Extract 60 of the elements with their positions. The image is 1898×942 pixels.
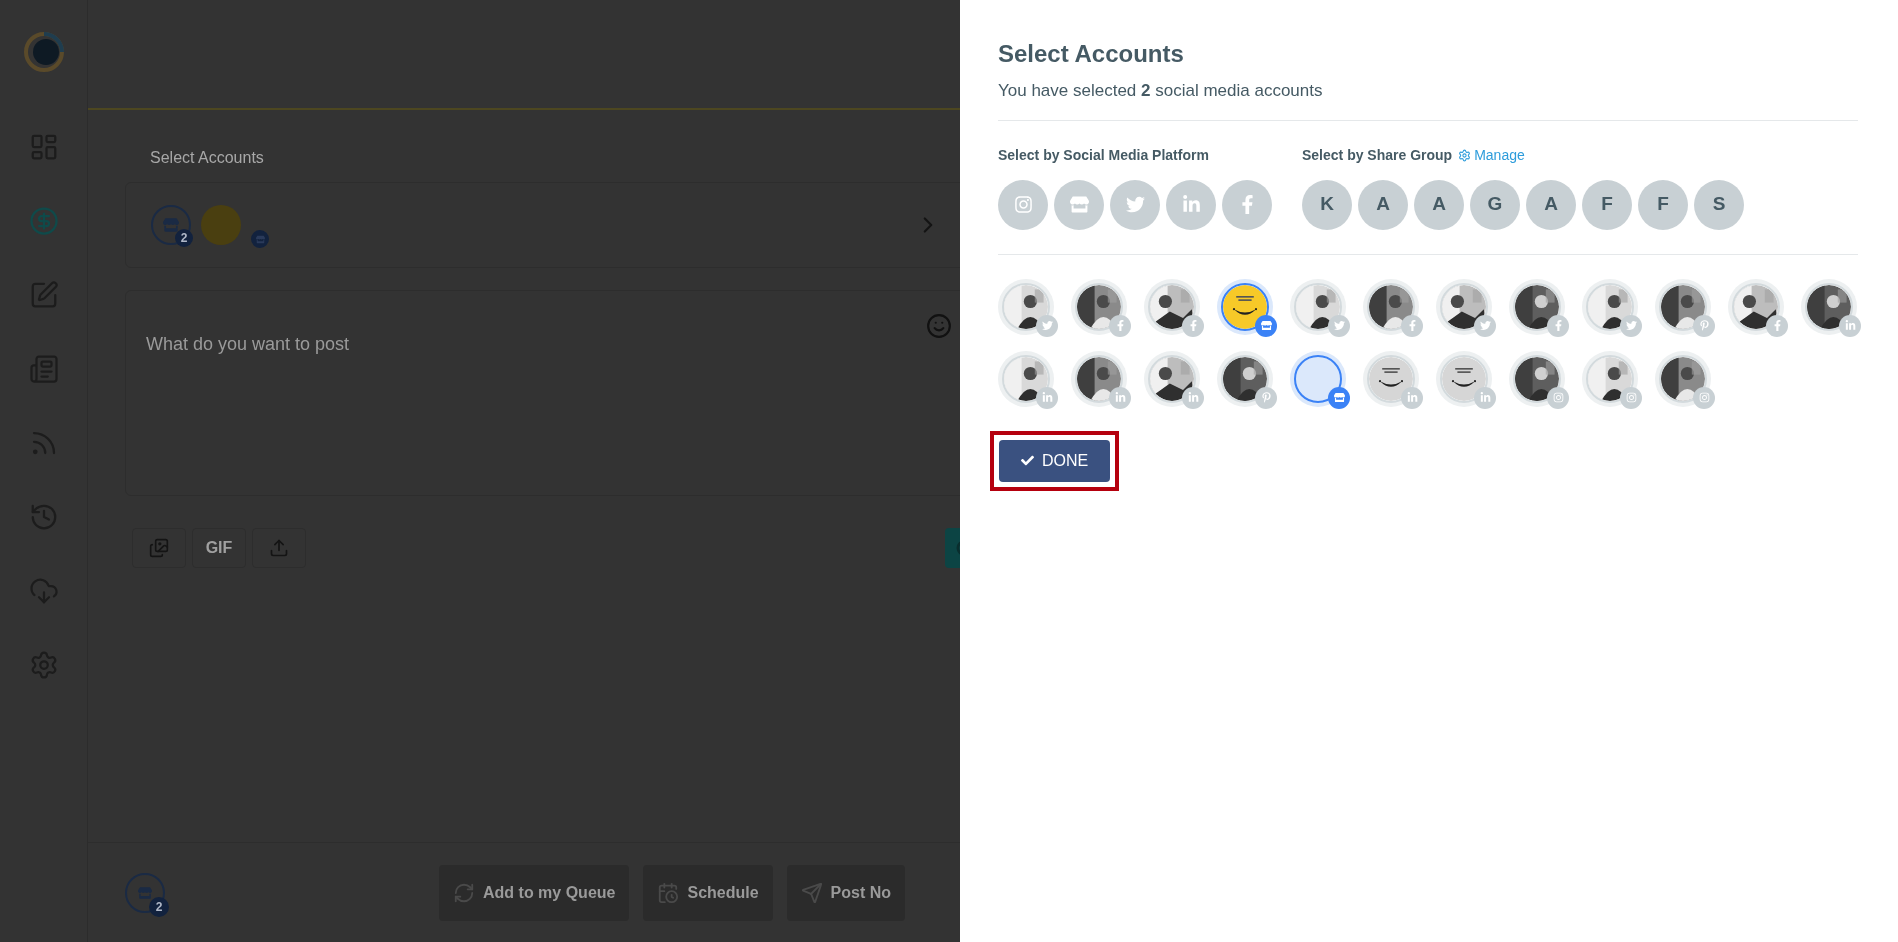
facebook-badge-icon xyxy=(1766,314,1788,337)
instagram-badge-icon xyxy=(1620,386,1642,409)
refresh-icon xyxy=(453,881,475,904)
share-group-button[interactable]: K xyxy=(1302,179,1352,230)
linkedin-badge-icon xyxy=(1182,386,1204,409)
share-group-button[interactable]: A xyxy=(1358,179,1408,230)
share-group-button[interactable]: F xyxy=(1638,179,1688,230)
share-group-button[interactable]: A xyxy=(1526,179,1576,230)
count-badge: 2 xyxy=(175,229,193,247)
settings-icon xyxy=(1458,148,1472,162)
upload-icon xyxy=(269,538,289,558)
store-badge-icon xyxy=(1255,314,1277,337)
group-heading: Select by Share Group xyxy=(1302,145,1453,165)
count-badge: 2 xyxy=(149,896,169,917)
store-icon xyxy=(163,217,179,233)
instagram-icon xyxy=(1013,195,1033,214)
platform-heading: Select by Social Media Platform xyxy=(998,145,1210,165)
logo-icon xyxy=(23,32,64,72)
linkedin-badge-icon xyxy=(1036,386,1058,409)
image-icon xyxy=(149,538,169,558)
twitter-badge-icon xyxy=(1328,314,1350,337)
linkedin-badge-icon xyxy=(1839,314,1861,337)
instagram-badge-icon xyxy=(1547,386,1569,409)
post-input[interactable]: What do you want to post xyxy=(146,331,746,358)
share-group-button[interactable]: S xyxy=(1694,179,1744,230)
facebook-badge-icon xyxy=(1182,314,1204,337)
store-badge-icon xyxy=(251,230,269,248)
footer-button[interactable]: Post No xyxy=(786,864,906,921)
panel-subtitle: You have selected 2 social media accounts xyxy=(998,80,1324,102)
share-group-button[interactable]: G xyxy=(1470,179,1520,230)
footer-button[interactable]: Schedule xyxy=(643,864,773,921)
store-icon xyxy=(1069,195,1089,214)
facebook-badge-icon xyxy=(1547,314,1569,337)
twitter-badge-icon xyxy=(1620,314,1642,337)
linkedin-badge-icon xyxy=(1401,386,1423,409)
done-button[interactable]: DONE xyxy=(999,439,1111,482)
pinterest-badge-icon xyxy=(1693,314,1715,337)
calendar-icon xyxy=(657,881,680,904)
store-icon xyxy=(138,885,152,900)
twitter-badge-icon xyxy=(1474,314,1496,337)
send-icon xyxy=(800,881,823,904)
share-group-button[interactable]: F xyxy=(1582,179,1632,230)
linkedin-badge-icon xyxy=(1109,386,1131,409)
instagram-badge-icon xyxy=(1693,386,1715,409)
logo-avatar-icon xyxy=(201,205,241,245)
linkedin-icon xyxy=(1181,195,1201,214)
gif-button[interactable]: GIF xyxy=(192,528,246,568)
twitter-icon xyxy=(1125,195,1145,214)
share-group-button[interactable]: A xyxy=(1414,179,1464,230)
linkedin-badge-icon xyxy=(1474,386,1496,409)
facebook-badge-icon xyxy=(1109,314,1131,337)
panel-title: Select Accounts xyxy=(998,39,1185,69)
twitter-badge-icon xyxy=(1036,314,1058,337)
facebook-badge-icon xyxy=(1401,314,1423,337)
pinterest-badge-icon xyxy=(1255,386,1277,409)
section-label: Select Accounts xyxy=(149,148,265,168)
footer-button[interactable]: Add to my Queue xyxy=(439,864,630,921)
store-badge-icon xyxy=(1328,386,1350,409)
check-icon xyxy=(1021,454,1034,467)
manage-link[interactable]: Manage xyxy=(1458,144,1525,166)
